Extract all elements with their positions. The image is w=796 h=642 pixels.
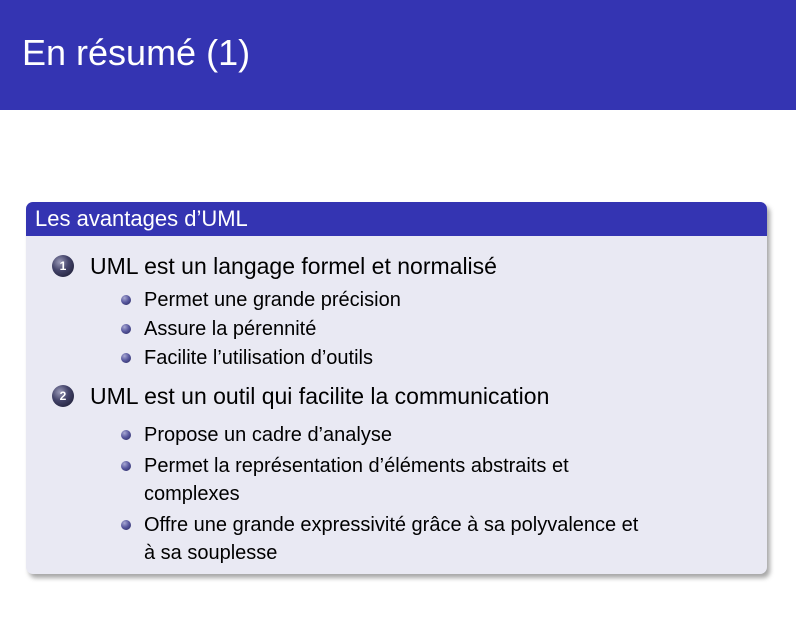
subitem-text: Offre une grande expressivité grâce à sa…: [144, 514, 639, 536]
slide-header: En résumé (1): [0, 0, 796, 110]
advantages-block: Les avantages d’UML 1 UML est un langage…: [26, 202, 767, 574]
block-title: Les avantages d’UML: [26, 202, 767, 236]
subitem-text: Permet la représentation d’éléments abst…: [144, 455, 569, 477]
bullet-icon: [121, 324, 131, 334]
bullet-icon: [121, 430, 131, 440]
subitem-text: complexes: [144, 483, 240, 505]
subitem-text: à sa souplesse: [144, 542, 278, 564]
item-number-badge: 1: [52, 255, 74, 277]
item-text: UML est un outil qui facilite la communi…: [90, 383, 550, 409]
subitem-text: Facilite l’utilisation d’outils: [144, 347, 373, 369]
subitem-text: Assure la pérennité: [144, 318, 317, 340]
bullet-icon: [121, 353, 131, 363]
subitem-text: Permet une grande précision: [144, 289, 401, 311]
item-number-badge: 2: [52, 385, 74, 407]
bullet-icon: [121, 461, 131, 471]
subitem-text: Propose un cadre d’analyse: [144, 424, 392, 446]
slide-title: En résumé (1): [22, 32, 251, 73]
bullet-icon: [121, 520, 131, 530]
bullet-icon: [121, 295, 131, 305]
item-text: UML est un langage formel et normalisé: [90, 253, 497, 279]
